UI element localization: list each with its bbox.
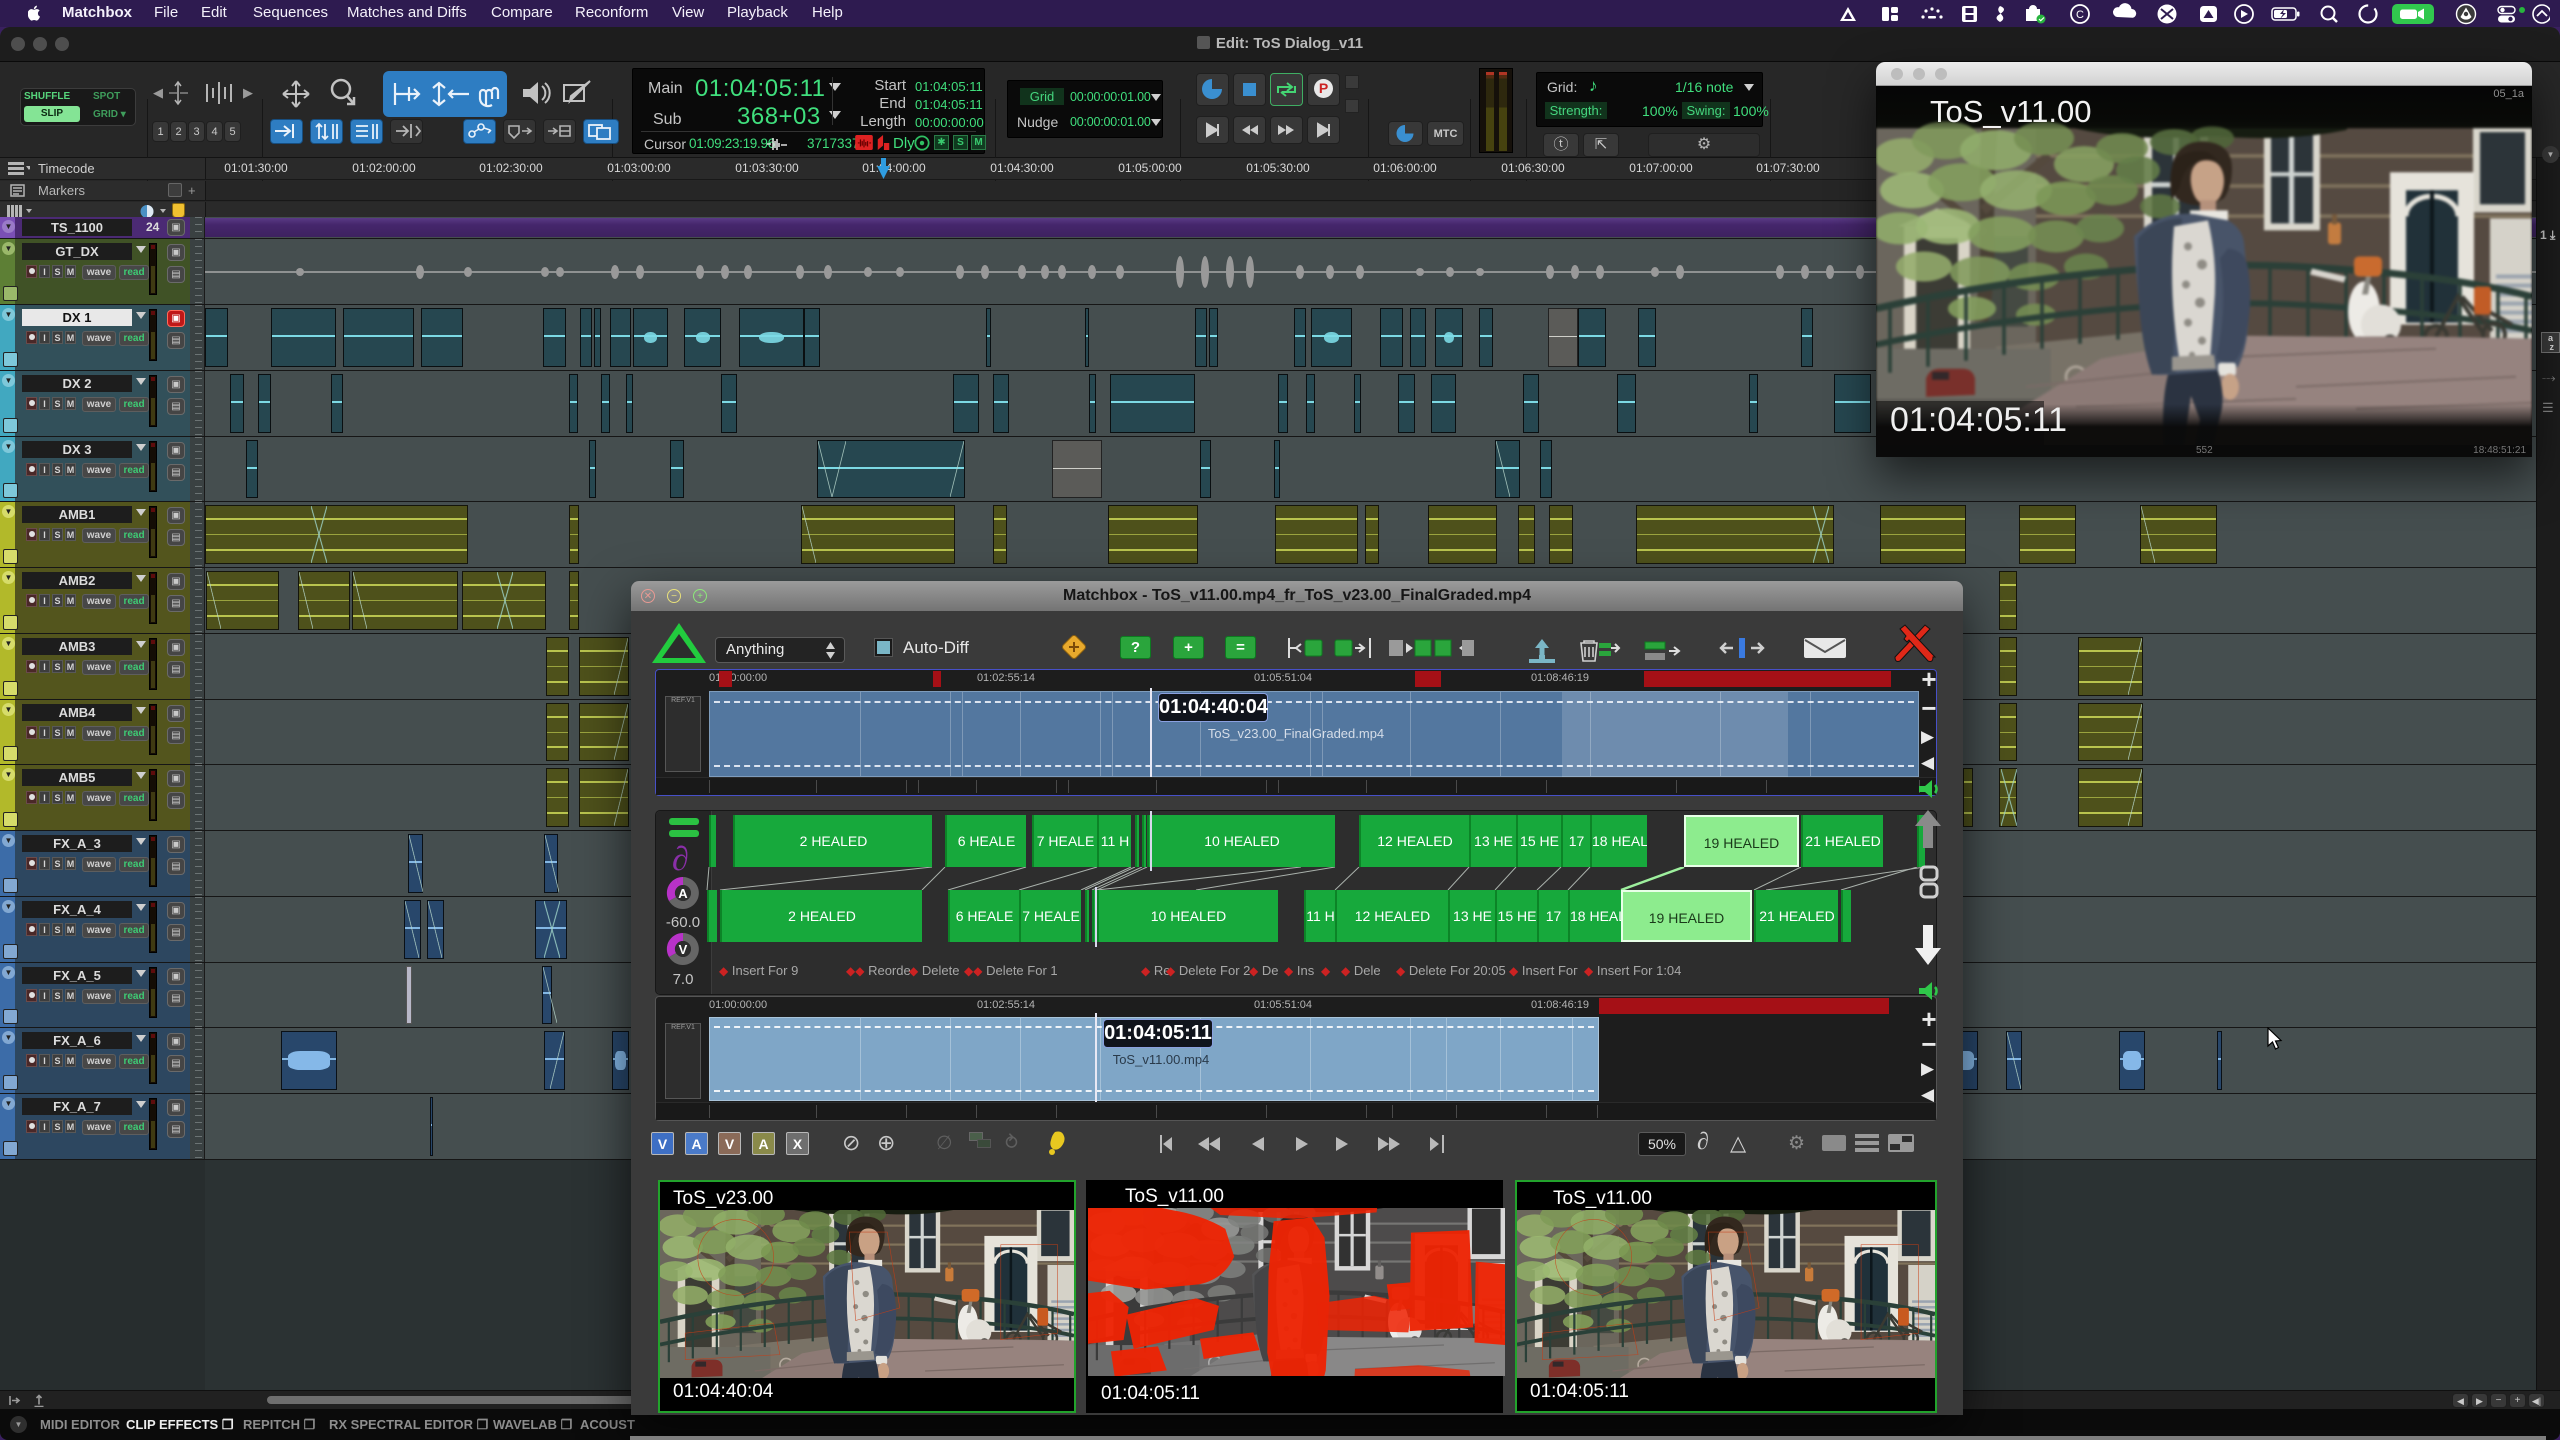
svg-text:C: C: [2076, 9, 2084, 21]
svg-text:V: V: [679, 942, 688, 957]
